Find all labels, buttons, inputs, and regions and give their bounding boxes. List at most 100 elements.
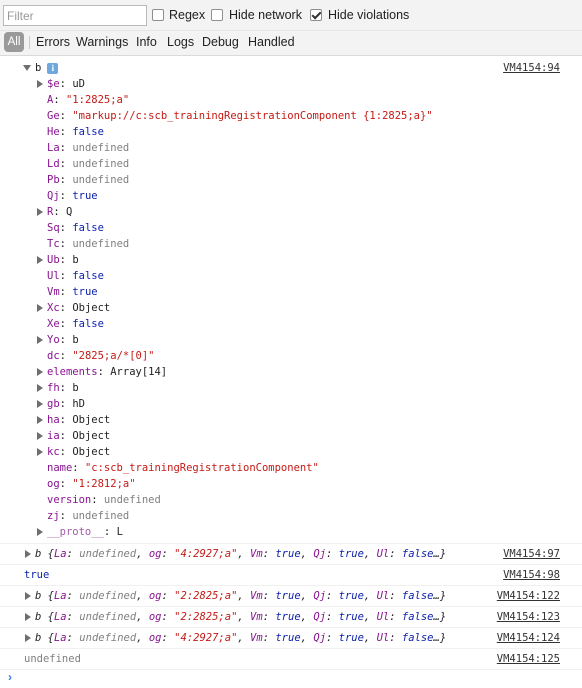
source-link[interactable]: VM4154:124: [497, 630, 560, 646]
hide-violations-checkbox[interactable]: [310, 9, 322, 21]
log-message-object[interactable]: b {La: undefined, og: "2:2825;a", Vm: tr…: [35, 609, 446, 625]
summary-punct: ,: [136, 548, 149, 560]
log-message-object[interactable]: b {La: undefined, og: "2:2825;a", Vm: tr…: [35, 588, 446, 604]
expand-arrow-icon[interactable]: [37, 208, 43, 216]
source-link[interactable]: VM4154:94: [503, 60, 560, 76]
log-message-object[interactable]: b {La: undefined, og: "4:2927;a", Vm: tr…: [35, 546, 446, 562]
expand-arrow-icon[interactable]: [37, 336, 43, 344]
hide-violations-label[interactable]: Hide violations: [328, 8, 409, 22]
source-link[interactable]: VM4154:98: [503, 567, 560, 583]
property-row[interactable]: elements: Array[14]: [47, 364, 167, 380]
level-warnings-button[interactable]: Warnings: [76, 35, 128, 49]
summary-key: Vm: [250, 611, 263, 623]
property-key: name: [47, 462, 73, 474]
property-row[interactable]: $e: uD: [47, 76, 85, 92]
property-row[interactable]: Yo: b: [47, 332, 79, 348]
root-object-header[interactable]: bi: [35, 60, 59, 76]
regex-checkbox[interactable]: [152, 9, 164, 21]
expand-arrow-icon[interactable]: [25, 634, 31, 642]
expand-arrow-icon[interactable]: [25, 613, 31, 621]
summary-value: undefined: [79, 590, 137, 602]
property-key: La: [47, 142, 60, 154]
summary-punct: ,: [136, 590, 149, 602]
property-key: $e: [47, 78, 60, 90]
expand-arrow-icon[interactable]: [37, 432, 43, 440]
property-row[interactable]: ha: Object: [47, 412, 110, 428]
property-row: Ld: undefined: [47, 156, 129, 172]
property-separator: :: [59, 510, 73, 522]
prompt-chevron-icon[interactable]: ›: [8, 670, 12, 684]
expand-arrow-icon[interactable]: [25, 592, 31, 600]
level-logs-button[interactable]: Logs: [167, 35, 194, 49]
level-errors-button[interactable]: Errors: [36, 35, 70, 49]
property-value: false: [72, 318, 104, 330]
filter-input[interactable]: [3, 5, 147, 26]
property-value: Object: [72, 414, 111, 426]
property-row: name: "c:scb_trainingRegistrationCompone…: [47, 460, 319, 476]
property-row[interactable]: R: Q: [47, 204, 72, 220]
property-separator: :: [59, 382, 73, 394]
summary-punct: ,: [300, 590, 314, 602]
expand-arrow-icon[interactable]: [37, 528, 43, 536]
property-row: og: "1:2812;a": [47, 476, 136, 492]
summary-punct: :: [325, 611, 339, 623]
property-row[interactable]: ia: Object: [47, 428, 110, 444]
level-info-button[interactable]: Info: [136, 35, 157, 49]
summary-key: Qj: [313, 548, 326, 560]
property-key: Tc: [47, 238, 60, 250]
source-link[interactable]: VM4154:125: [497, 651, 560, 667]
summary-value: undefined: [79, 632, 137, 644]
level-separator: [29, 36, 30, 49]
summary-punct: ,: [300, 548, 314, 560]
level-handled-button[interactable]: Handled: [248, 35, 295, 49]
hide-network-checkbox[interactable]: [211, 9, 223, 21]
regex-label[interactable]: Regex: [169, 8, 205, 22]
expand-arrow-icon[interactable]: [37, 368, 43, 376]
property-row[interactable]: __proto__: L: [47, 524, 123, 540]
property-key: __proto__: [47, 526, 104, 538]
source-link[interactable]: VM4154:122: [497, 588, 560, 604]
property-row[interactable]: Xc: Object: [47, 300, 110, 316]
property-value: Object: [72, 446, 111, 458]
property-separator: :: [59, 318, 73, 330]
summary-value: undefined: [79, 548, 137, 560]
property-row[interactable]: Ub: b: [47, 252, 79, 268]
collapse-arrow-icon[interactable]: [23, 65, 31, 71]
property-separator: :: [59, 478, 73, 490]
property-value: undefined: [103, 494, 161, 506]
property-row: Ul: false: [47, 268, 104, 284]
summary-punct: :: [325, 632, 339, 644]
summary-key: og: [148, 548, 162, 560]
summary-punct: :: [325, 548, 339, 560]
summary-value: false: [401, 632, 434, 644]
summary-value: true: [338, 632, 364, 644]
expand-arrow-icon[interactable]: [37, 256, 43, 264]
expand-arrow-icon[interactable]: [37, 384, 43, 392]
expand-arrow-icon[interactable]: [37, 80, 43, 88]
expand-arrow-icon[interactable]: [37, 304, 43, 312]
property-row: version: undefined: [47, 492, 161, 508]
log-level-bar: All Errors Warnings Info Logs Debug Hand…: [0, 31, 582, 56]
level-debug-button[interactable]: Debug: [202, 35, 239, 49]
summary-value: undefined: [79, 611, 137, 623]
expand-arrow-icon[interactable]: [37, 416, 43, 424]
property-row[interactable]: kc: Object: [47, 444, 110, 460]
log-message-object[interactable]: b {La: undefined, og: "4:2927;a", Vm: tr…: [35, 630, 446, 646]
summary-value: true: [275, 632, 301, 644]
property-key: elements: [47, 366, 98, 378]
property-separator: :: [103, 526, 117, 538]
hide-network-label[interactable]: Hide network: [229, 8, 302, 22]
source-link[interactable]: VM4154:97: [503, 546, 560, 562]
expand-arrow-icon[interactable]: [37, 448, 43, 456]
property-row[interactable]: fh: b: [47, 380, 79, 396]
property-separator: :: [59, 142, 73, 154]
expand-arrow-icon[interactable]: [25, 550, 31, 558]
expand-arrow-icon[interactable]: [37, 400, 43, 408]
level-all-button[interactable]: All: [4, 32, 24, 52]
message-divider: [0, 585, 582, 586]
source-link[interactable]: VM4154:123: [497, 609, 560, 625]
property-separator: :: [53, 94, 66, 106]
summary-punct: {: [41, 590, 54, 602]
property-row[interactable]: gb: hD: [47, 396, 85, 412]
log-message-text: true: [24, 567, 49, 583]
